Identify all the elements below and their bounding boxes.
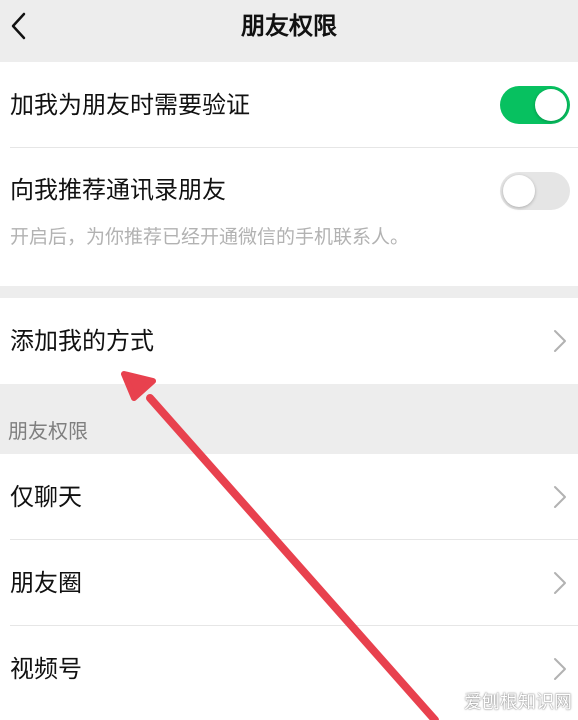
chevron-right-icon xyxy=(554,572,566,594)
friend-permissions-section-label: 朋友权限 xyxy=(8,419,88,443)
list-item-label: 朋友圈 xyxy=(10,569,82,597)
watermark: 爱刨根知识网 xyxy=(464,692,572,713)
verification-toggle[interactable] xyxy=(500,86,570,124)
nav-bar: 朋友权限 xyxy=(0,0,578,56)
verification-row: 加我为朋友时需要验证 xyxy=(0,62,578,148)
chevron-right-icon xyxy=(554,486,566,508)
add-methods-row[interactable]: 添加我的方式 xyxy=(0,298,578,384)
verification-label: 加我为朋友时需要验证 xyxy=(10,91,250,119)
page-title: 朋友权限 xyxy=(241,12,337,40)
list-item-moments[interactable]: 朋友圈 xyxy=(0,540,578,626)
add-methods-label: 添加我的方式 xyxy=(10,327,154,355)
toggle-knob xyxy=(535,89,567,121)
recommend-contacts-toggle[interactable] xyxy=(500,172,570,210)
list-item-label: 仅聊天 xyxy=(10,483,82,511)
privacy-settings-group: 加我为朋友时需要验证 向我推荐通讯录朋友 开启后，为你推荐已经开通微信的手机联系… xyxy=(0,62,578,286)
friend-permissions-group: 仅聊天 朋友圈 视频号 xyxy=(0,454,578,720)
chevron-right-icon xyxy=(554,658,566,680)
recommend-contacts-description: 开启后，为你推荐已经开通微信的手机联系人。 xyxy=(10,226,410,248)
chevron-right-icon xyxy=(554,330,566,352)
recommend-contacts-label: 向我推荐通讯录朋友 xyxy=(10,176,226,204)
add-methods-group: 添加我的方式 xyxy=(0,298,578,384)
list-item-label: 视频号 xyxy=(10,655,82,683)
list-item-chat-only[interactable]: 仅聊天 xyxy=(0,454,578,540)
toggle-knob xyxy=(503,175,535,207)
